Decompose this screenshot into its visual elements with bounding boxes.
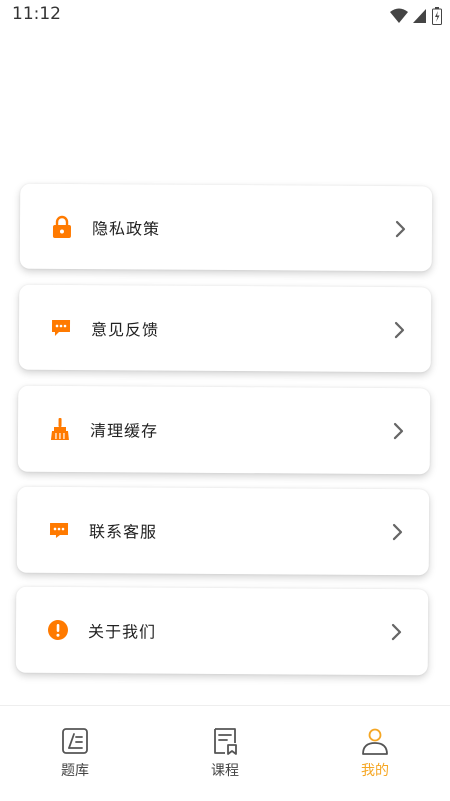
menu-item-label: 关于我们 [87,622,157,642]
bottom-tab-bar: 题库 课程 我的 [0,705,450,801]
chevron-right-icon [391,623,402,641]
chevron-right-icon [393,422,404,440]
menu-item-clear-cache[interactable]: 清理缓存 [17,385,431,475]
menu-item-label: 意见反馈 [90,319,160,340]
tab-profile[interactable]: 我的 [300,706,450,801]
chevron-right-icon [395,220,406,237]
settings-menu: 隐私政策 意见反馈 清理缓存 联系客服 关于我们 [0,0,450,700]
lock-icon [50,214,74,238]
chevron-right-icon [392,523,403,541]
menu-item-label: 隐私政策 [91,218,161,239]
broom-icon [48,417,72,441]
chevron-right-icon [394,321,405,338]
menu-item-label: 清理缓存 [89,421,159,441]
tab-question-bank[interactable]: 题库 [0,706,150,801]
menu-item-contact-support[interactable]: 联系客服 [16,486,430,576]
tab-label: 题库 [61,763,89,779]
menu-item-about-us[interactable]: 关于我们 [15,586,429,676]
course-icon [214,728,237,755]
tab-label: 我的 [361,763,389,779]
tab-label: 课程 [211,763,239,779]
message-dots-icon [47,518,71,542]
menu-item-feedback[interactable]: 意见反馈 [18,284,432,373]
chat-bubble-icon [49,315,73,339]
tab-courses[interactable]: 课程 [150,706,300,801]
profile-icon [362,728,388,755]
menu-item-privacy-policy[interactable]: 隐私政策 [19,183,433,272]
menu-item-label: 联系客服 [88,522,158,542]
info-exclamation-icon [46,618,70,642]
question-bank-icon [62,728,88,754]
